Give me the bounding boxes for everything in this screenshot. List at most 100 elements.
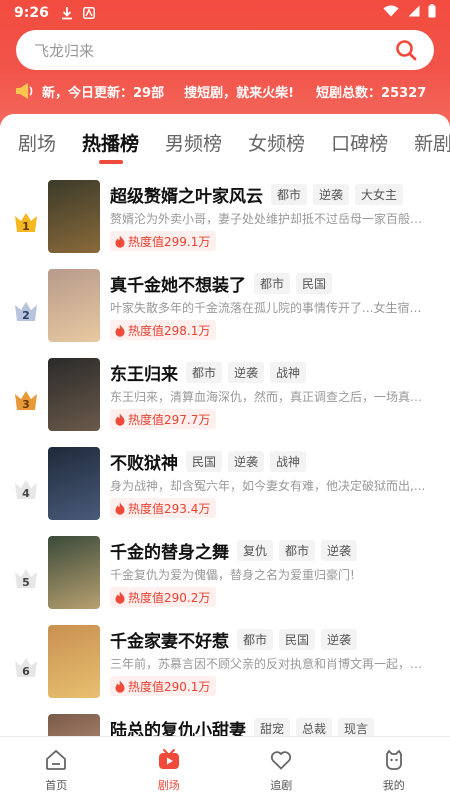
tab-4[interactable]: 口碑榜 [331, 129, 388, 170]
genre-tag: 都市 [254, 272, 291, 294]
drama-cover[interactable] [48, 180, 100, 253]
drama-cover[interactable] [48, 269, 100, 342]
title-line: 千金家妻不好惹 都市 民国 逆袭 [110, 627, 363, 652]
genre-tag: 战神 [270, 361, 307, 383]
flame-icon [114, 591, 126, 604]
status-time: 9:26 [14, 5, 49, 21]
tab-1[interactable]: 热播榜 [82, 129, 139, 170]
drama-cover[interactable] [48, 536, 100, 609]
drama-title[interactable]: 千金的替身之舞 [110, 538, 229, 563]
download-icon [61, 6, 73, 20]
genre-tag: 复仇 [237, 539, 274, 561]
heat-value: 热度值290.2万 [128, 590, 211, 605]
nav-label: 追剧 [270, 779, 293, 792]
heat-value: 热度值297.7万 [128, 412, 211, 427]
genre-tag: 民国 [296, 272, 333, 294]
genre-tag: 现言 [338, 717, 375, 736]
wifi-icon [383, 5, 399, 21]
drama-cover[interactable] [48, 714, 100, 736]
list-item[interactable]: 3 东王归来 都市 逆袭 战神 东王归来，清算血海深仇，然而，真正调查之后，一场真正...… [0, 358, 450, 447]
heat-value: 热度值298.1万 [128, 323, 211, 338]
heat-badge: 热度值299.1万 [110, 231, 217, 251]
list-item[interactable]: 2 真千金她不想装了 都市 民国叶家失散多年的千金流落在孤儿院的事情传开了...女生宿… [0, 269, 450, 358]
nav-item-profile[interactable]: 我的 [338, 737, 450, 800]
status-bar: 9:26 [0, 0, 450, 26]
heart-icon [268, 747, 294, 773]
drama-cover[interactable] [48, 447, 100, 520]
category-tabs: 剧场热播榜男频榜女频榜口碑榜新剧榜 [0, 114, 450, 170]
drama-title[interactable]: 东王归来 [110, 360, 178, 385]
search-icon[interactable] [392, 36, 420, 64]
tab-5[interactable]: 新剧榜 [414, 129, 450, 170]
genre-tag: 战神 [270, 450, 307, 472]
genre-tag: 逆袭 [228, 361, 265, 383]
drama-title[interactable]: 千金家妻不好惹 [110, 627, 229, 652]
genre-tag: 逆袭 [313, 183, 350, 205]
heat-badge: 热度值297.7万 [110, 409, 217, 429]
rank-crown-icon: 5 [12, 564, 40, 592]
list-item[interactable]: 1 超级赘婿之叶家风云 都市 逆袭 大女主 赘婿沦为外卖小哥，妻子处处维护却抵不过岳母一家… [0, 180, 450, 269]
theater-icon [156, 747, 182, 773]
drama-description: 三年前，苏慕言因不顾父亲的反对执意和肖博文再一起，离... [110, 657, 432, 671]
nav-label: 我的 [382, 779, 405, 792]
svg-text:1: 1 [22, 220, 30, 233]
bottom-navigation: 首页 剧场 追剧 我的 [0, 736, 450, 800]
drama-description: 叶家失散多年的千金流落在孤儿院的事情传开了...女生宿舍... [110, 301, 432, 315]
total-count-text: 短剧总数：25327 [316, 85, 427, 101]
tab-0[interactable]: 剧场 [18, 129, 56, 170]
genre-tag: 逆袭 [228, 450, 265, 472]
search-input[interactable]: 飞龙归来 [34, 40, 392, 61]
title-line: 陆总的复仇小甜妻 甜宠 总裁 现言 [110, 716, 380, 736]
heat-value: 热度值293.4万 [128, 501, 211, 516]
notification-app-icon [82, 7, 95, 19]
list-item[interactable]: 6 千金家妻不好惹 都市 民国 逆袭三年前，苏慕言因不顾父亲的反对执意和肖博文再一起，离… [0, 625, 450, 714]
drama-title[interactable]: 真千金她不想装了 [110, 271, 246, 296]
nav-item-home[interactable]: 首页 [0, 737, 113, 800]
nav-label: 剧场 [157, 779, 180, 792]
list-item[interactable]: 5 千金的替身之舞 复仇 都市 逆袭千金复仇为爱为傀儡，替身之名为爱重归豪门! 热度值29… [0, 536, 450, 625]
genre-tag: 民国 [279, 628, 316, 650]
list-item[interactable]: 陆总的复仇小甜妻 甜宠 总裁 现言 [0, 714, 450, 736]
signal-icon [407, 5, 420, 21]
genre-tag: 民国 [186, 450, 223, 472]
genre-tag: 都市 [279, 539, 316, 561]
drama-description: 身为战神，却含冤六年，如今妻女有难，他决定破狱而出,... [110, 479, 426, 493]
drama-cover[interactable] [48, 625, 100, 698]
flame-icon [114, 324, 126, 337]
flame-icon [114, 502, 126, 515]
list-item[interactable]: 4 不败狱神 民国 逆袭 战神 身为战神，却含冤六年，如今妻女有难，他决定破狱而出,...… [0, 447, 450, 536]
title-line: 千金的替身之舞 复仇 都市 逆袭 [110, 538, 363, 563]
genre-tag: 都市 [237, 628, 274, 650]
rank-crown-icon: 2 [12, 297, 40, 325]
profile-icon [381, 747, 407, 773]
tab-2[interactable]: 男频榜 [165, 129, 222, 170]
heat-value: 热度值299.1万 [128, 234, 211, 249]
heat-badge: 热度值290.1万 [110, 676, 217, 696]
title-line: 真千金她不想装了 都市 民国 [110, 271, 338, 296]
tab-3[interactable]: 女频榜 [248, 129, 305, 170]
search-bar[interactable]: 飞龙归来 [16, 30, 434, 70]
drama-title[interactable]: 陆总的复仇小甜妻 [110, 716, 246, 737]
title-line: 东王归来 都市 逆袭 战神 [110, 360, 312, 385]
drama-description: 千金复仇为爱为傀儡，替身之名为爱重归豪门! [110, 568, 355, 582]
flame-icon [114, 680, 126, 693]
content-panel: 剧场热播榜男频榜女频榜口碑榜新剧榜 1超级赘婿之叶家风云都市逆袭大女主赘婿沦为外… [0, 114, 450, 736]
genre-tag: 逆袭 [321, 628, 358, 650]
megaphone-icon [14, 81, 38, 101]
svg-text:6: 6 [22, 665, 30, 678]
heat-badge: 热度值290.2万 [110, 587, 217, 607]
battery-icon [428, 4, 436, 22]
drama-cover[interactable] [48, 358, 100, 431]
nav-item-heart[interactable]: 追剧 [225, 737, 338, 800]
genre-tag: 大女主 [355, 183, 404, 205]
rank-crown-icon: 6 [12, 653, 40, 681]
nav-item-theater[interactable]: 剧场 [113, 737, 226, 800]
rank-crown-icon: 3 [12, 386, 40, 414]
slogan-text: 搜短剧，就来火柴! [184, 85, 295, 101]
flame-icon [114, 235, 126, 248]
svg-text:5: 5 [22, 576, 30, 589]
title-line: 不败狱神 民国 逆袭 战神 [110, 449, 312, 474]
drama-title[interactable]: 超级赘婿之叶家风云 [110, 182, 263, 207]
drama-title[interactable]: 不败狱神 [110, 449, 178, 474]
heat-badge: 热度值293.4万 [110, 498, 217, 518]
